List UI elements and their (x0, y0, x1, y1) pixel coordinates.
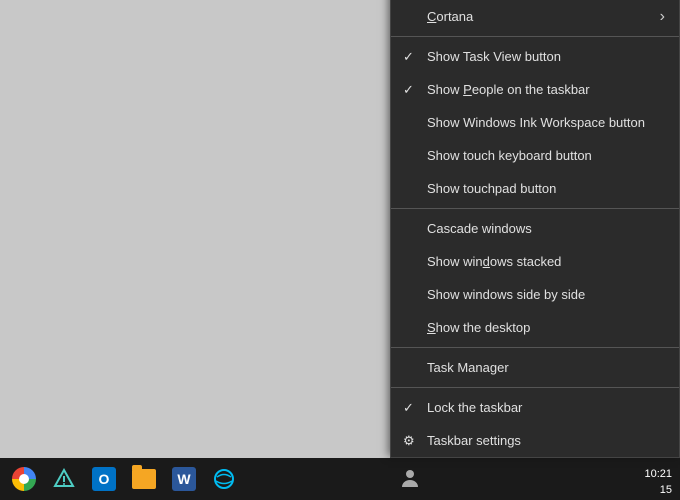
menu-divider (391, 36, 679, 37)
taskbar-icons: O W (0, 458, 248, 500)
menu-item-label-show-people: Show People on the taskbar (427, 82, 590, 97)
settings-icon: ⚙ (403, 433, 415, 449)
taskbar-icon-file-explorer[interactable] (124, 458, 164, 500)
menu-item-cascade[interactable]: Cascade windows (391, 212, 679, 245)
menu-item-show-touchpad[interactable]: Show touchpad button (391, 172, 679, 205)
menu-item-show-side-by-side[interactable]: Show windows side by side (391, 278, 679, 311)
menu-item-label-show-touchpad: Show touchpad button (427, 181, 556, 196)
menu-divider (391, 208, 679, 209)
menu-item-label-show-task-view: Show Task View button (427, 49, 561, 64)
menu-item-label-task-manager: Task Manager (427, 360, 509, 375)
menu-divider (391, 347, 679, 348)
menu-item-cortana[interactable]: Cortana (391, 0, 679, 33)
menu-item-taskbar-settings[interactable]: ⚙ Taskbar settings (391, 424, 679, 457)
taskbar-icon-flux[interactable] (44, 458, 84, 500)
clock-time: 10:21 (644, 467, 672, 482)
menu-item-label-show-stacked: Show windows stacked (427, 254, 561, 269)
menu-item-label-cortana: Cortana (427, 9, 473, 24)
menu-item-label-cascade: Cascade windows (427, 221, 532, 236)
menu-item-task-manager[interactable]: Task Manager (391, 351, 679, 384)
menu-item-label-show-desktop: Show the desktop (427, 320, 530, 335)
taskbar-icon-people[interactable] (390, 458, 430, 500)
taskbar-icon-word[interactable]: W (164, 458, 204, 500)
menu-item-label-show-side-by-side: Show windows side by side (427, 287, 585, 302)
menu-item-show-touch-keyboard[interactable]: Show touch keyboard button (391, 139, 679, 172)
taskbar-icon-edge[interactable] (204, 458, 244, 500)
clock-date: 15 (644, 483, 672, 498)
menu-item-show-task-view[interactable]: Show Task View button (391, 40, 679, 73)
menu-item-label-show-touch-keyboard: Show touch keyboard button (427, 148, 592, 163)
context-menu: ToolbarsCortanaShow Task View buttonShow… (390, 0, 680, 458)
menu-item-label-show-ink: Show Windows Ink Workspace button (427, 115, 645, 130)
menu-item-show-stacked[interactable]: Show windows stacked (391, 245, 679, 278)
menu-item-show-ink[interactable]: Show Windows Ink Workspace button (391, 106, 679, 139)
menu-item-lock-taskbar[interactable]: Lock the taskbar (391, 391, 679, 424)
taskbar-icon-outlook[interactable]: O (84, 458, 124, 500)
menu-item-label-taskbar-settings: Taskbar settings (427, 433, 521, 448)
menu-item-show-desktop[interactable]: Show the desktop (391, 311, 679, 344)
taskbar: O W (0, 458, 680, 500)
taskbar-clock[interactable]: 10:21 15 (644, 467, 672, 498)
menu-divider (391, 387, 679, 388)
menu-item-show-people[interactable]: Show People on the taskbar (391, 73, 679, 106)
taskbar-icon-chrome[interactable] (4, 458, 44, 500)
menu-item-label-lock-taskbar: Lock the taskbar (427, 400, 522, 415)
